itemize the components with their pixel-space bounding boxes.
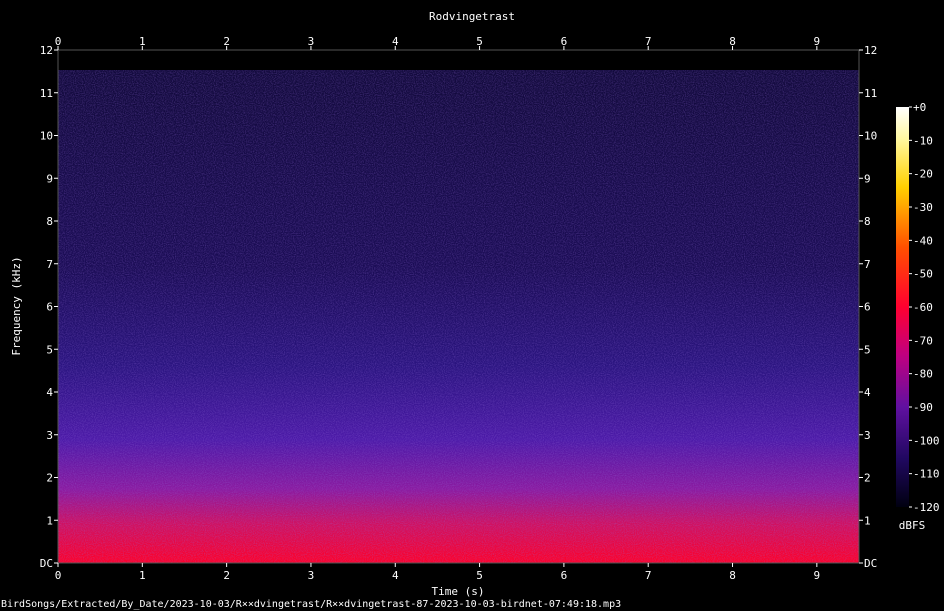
file-path-footer: BirdSongs/Extracted/By_Date/2023-10-03/R… [1,599,621,610]
y-tick-label-right: DC [864,557,877,570]
colorbar-tick-label: -20 [913,168,933,181]
y-tick-label-right: 4 [864,386,871,399]
x-tick-label-top: 7 [645,35,652,48]
x-tick-label: 4 [392,569,399,582]
y-tick-label: 10 [40,130,53,143]
x-tick-label-top: 5 [476,35,483,48]
x-tick-label: 9 [814,569,821,582]
y-tick-label-right: 10 [864,130,877,143]
x-tick-label: 5 [476,569,483,582]
y-tick-label: 6 [46,301,53,314]
x-axis-label: Time (s) [432,585,485,598]
y-axis-label: Frequency (kHz) [10,256,23,355]
x-tick-label-top: 0 [55,35,62,48]
colorbar-tick-label: -110 [913,468,940,481]
x-tick-label: 2 [223,569,230,582]
y-tick-label-right: 8 [864,215,871,228]
y-tick-label: 12 [40,44,53,57]
x-tick-label-top: 2 [223,35,230,48]
colorbar-tick-label: -30 [913,201,933,214]
y-tick-label: 1 [46,514,53,527]
colorbar-tick-label: -40 [913,234,933,247]
colorbar: +0 -10 -20 -30 -40 -50 -60 -70 -80 -90 -100 -110 -12… [896,101,940,532]
y-tick-label: 7 [46,258,53,271]
x-axis-bottom: 0 1 2 3 4 5 6 7 8 9 [55,563,820,582]
x-tick-label: 8 [729,569,736,582]
x-tick-label-top: 6 [561,35,568,48]
colorbar-tick-label: -90 [913,401,933,414]
y-tick-label-right: 3 [864,429,871,442]
y-tick-label: 2 [46,472,53,485]
y-tick-label-right: 9 [864,172,871,185]
y-axis-right: DC123456789101112 [859,44,877,570]
y-tick-label-right: 12 [864,44,877,57]
colorbar-ticks: +0 -10 -20 -30 -40 -50 -60 -70 -80 -90 -100 -110 -12… [909,101,940,514]
y-tick-label: 4 [46,386,53,399]
colorbar-tick-label: -10 [913,134,933,147]
x-tick-label: 7 [645,569,652,582]
x-tick-label-top: 9 [814,35,821,48]
y-tick-label: 11 [40,87,53,100]
colorbar-tick-label: +0 [913,101,926,114]
y-tick-label: 5 [46,343,53,356]
y-tick-label-right: 1 [864,514,871,527]
x-tick-label-top: 3 [308,35,315,48]
colorbar-tick-label: -60 [913,301,933,314]
colorbar-tick-label: -100 [913,434,940,447]
colorbar-tick-label: -120 [913,501,940,514]
colorbar-tick-label: -80 [913,368,933,381]
y-tick-label-right: 5 [864,343,871,356]
colorbar-tick-label: -50 [913,268,933,281]
x-tick-label-top: 4 [392,35,399,48]
plot-area [57,49,860,564]
x-tick-label-top: 8 [729,35,736,48]
y-tick-label: 9 [46,172,53,185]
x-tick-label: 6 [561,569,568,582]
spectrogram-chart: Rodvingetrast 0123456789 0123456789 DC12… [1,10,940,610]
y-tick-label-right: 6 [864,301,871,314]
spectrogram-noise [58,70,859,563]
spectrogram-top-band [58,50,859,70]
y-tick-label: 3 [46,429,53,442]
x-axis-top: 0 1 2 3 4 5 6 7 8 9 [55,35,820,50]
x-tick-label: 0 [55,569,62,582]
x-tick-label: 3 [308,569,315,582]
y-axis-left: DC123456789101112 [40,44,58,570]
y-tick-label-right: 2 [864,472,871,485]
y-tick-label-right: 7 [864,258,871,271]
x-tick-label: 1 [139,569,146,582]
y-tick-label: 8 [46,215,53,228]
y-tick-label: DC [40,557,53,570]
colorbar-label: dBFS [899,519,926,532]
y-tick-label-right: 11 [864,87,877,100]
colorbar-tick-label: -70 [913,334,933,347]
colorbar-gradient [896,107,909,507]
x-tick-label-top: 1 [139,35,146,48]
chart-title: Rodvingetrast [429,10,515,23]
